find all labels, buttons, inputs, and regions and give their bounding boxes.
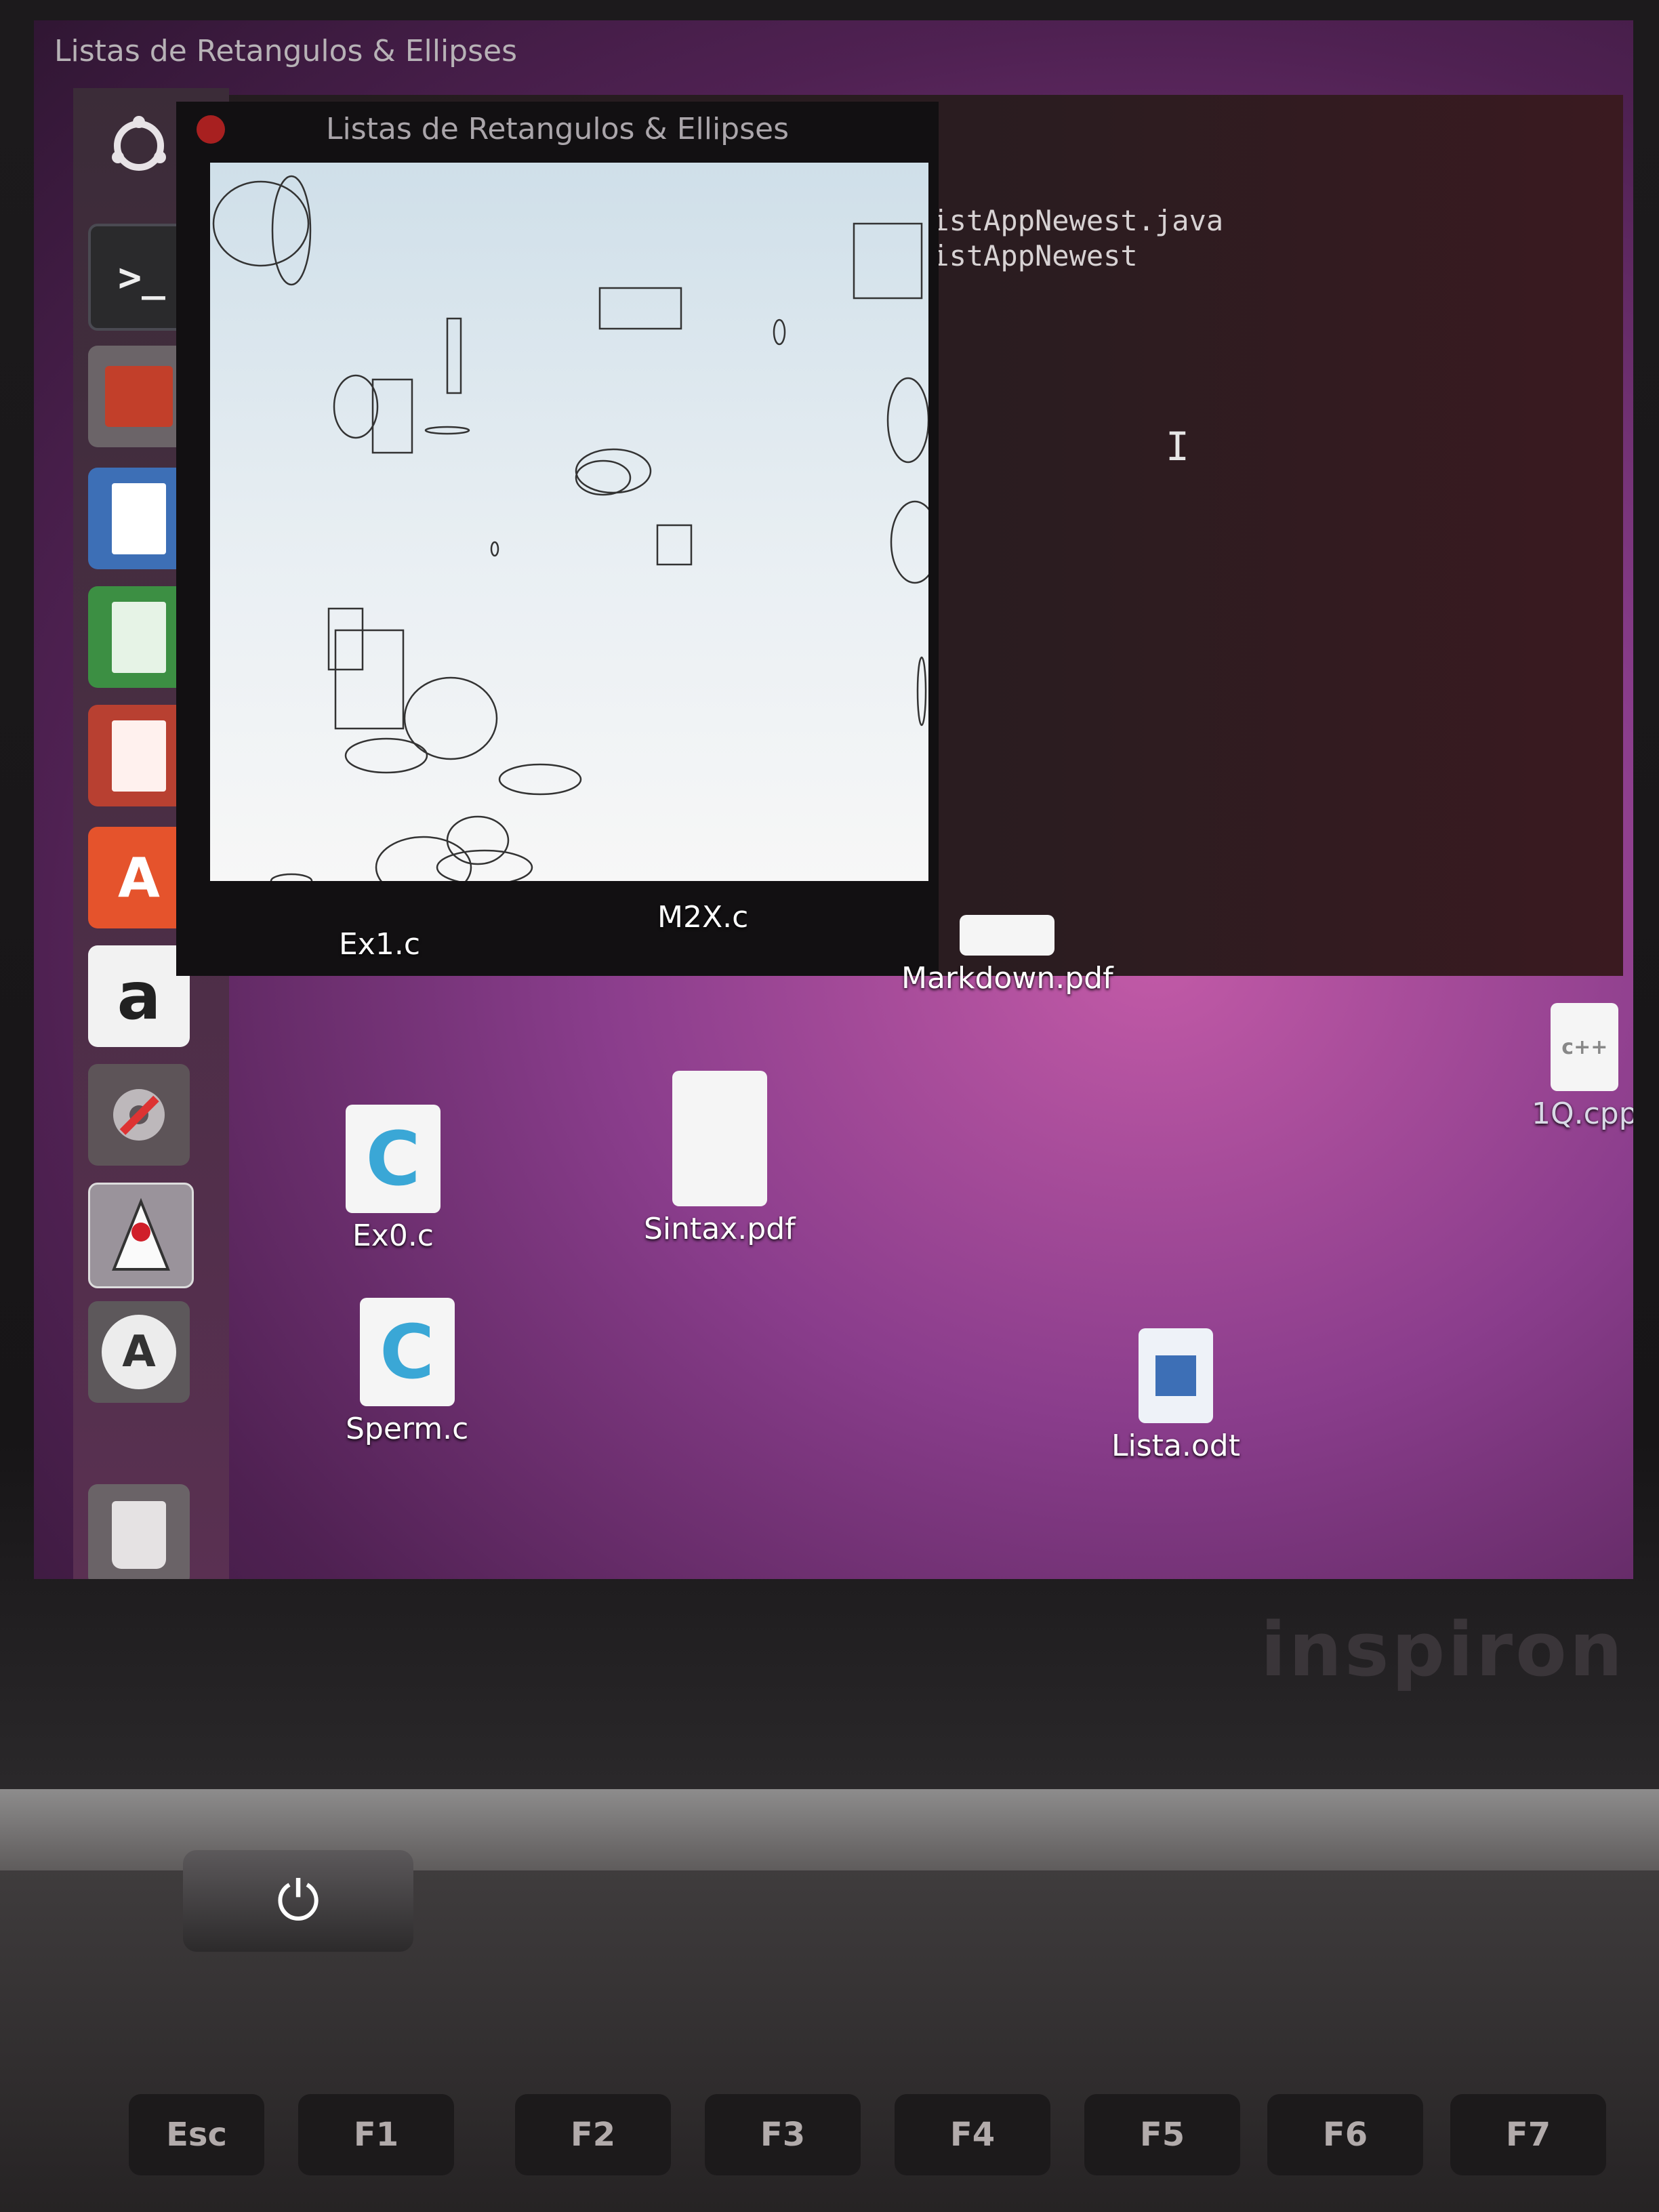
top-panel-title: Listas de Retangulos & Ellipses bbox=[54, 34, 518, 68]
c-file-icon: C bbox=[346, 1105, 441, 1213]
amazon-icon[interactable]: a bbox=[88, 945, 190, 1047]
terminal-line-1: ListAppNewest.java bbox=[915, 204, 1224, 237]
odt-file-icon bbox=[1138, 1328, 1213, 1423]
files-icon[interactable] bbox=[88, 346, 190, 447]
key-f6[interactable]: F6 bbox=[1267, 2094, 1423, 2175]
key-f3[interactable]: F3 bbox=[705, 2094, 861, 2175]
ellipse-shape bbox=[916, 656, 927, 726]
java-duke-icon[interactable] bbox=[88, 1183, 194, 1288]
rectangle-shape bbox=[327, 607, 364, 671]
window-title: Listas de Retangulos & Ellipses bbox=[325, 111, 790, 146]
key-f2[interactable]: F2 bbox=[515, 2094, 671, 2175]
writer-icon[interactable] bbox=[88, 468, 190, 569]
software-center-icon[interactable]: A bbox=[88, 827, 190, 928]
ellipse-shape bbox=[333, 374, 379, 439]
ellipse-shape bbox=[886, 377, 930, 464]
desktop-icon-markdown[interactable]: Markdown.pdf bbox=[901, 915, 1113, 996]
rectangle-shape bbox=[371, 378, 413, 454]
key-f5[interactable]: F5 bbox=[1084, 2094, 1240, 2175]
impress-icon[interactable] bbox=[88, 705, 190, 806]
terminal-line-2: ListAppNewest bbox=[915, 239, 1138, 272]
pdf-file-icon bbox=[960, 915, 1055, 956]
ellipse-shape bbox=[403, 676, 498, 760]
calc-icon[interactable] bbox=[88, 586, 190, 688]
desktop-icon-m2x[interactable]: M2X.c bbox=[657, 895, 748, 935]
ellipse-shape bbox=[270, 873, 313, 889]
screen: Listas de Retangulos & Ellipses ListAppN… bbox=[34, 20, 1633, 1579]
shapes-drawing bbox=[212, 175, 940, 899]
rectangle-shape bbox=[598, 287, 682, 330]
ellipse-shape bbox=[773, 319, 786, 346]
key-esc[interactable]: Esc bbox=[129, 2094, 264, 2175]
rectangle-shape bbox=[334, 629, 405, 730]
trash-icon[interactable] bbox=[88, 1484, 190, 1579]
desktop-icon-sintax[interactable]: Sintax.pdf bbox=[644, 1071, 796, 1246]
desktop-icon-sperm[interactable]: C Sperm.c bbox=[346, 1298, 468, 1446]
desktop-icon-lista[interactable]: Lista.odt bbox=[1111, 1328, 1240, 1463]
ellipse-shape bbox=[344, 737, 428, 774]
java-app-window[interactable]: Listas de Retangulos & Ellipses bbox=[176, 102, 940, 976]
ellipse-shape bbox=[890, 500, 940, 584]
key-f4[interactable]: F4 bbox=[895, 2094, 1050, 2175]
rectangle-shape bbox=[446, 317, 462, 394]
ellipse-shape bbox=[498, 763, 582, 796]
rectangle-shape bbox=[853, 222, 923, 300]
rectangle-shape bbox=[656, 524, 693, 566]
desktop-icon-1q[interactable]: c++ 1Q.cpp bbox=[1532, 1003, 1633, 1131]
cpp-file-icon: c++ bbox=[1551, 1003, 1619, 1091]
power-button-icon[interactable]: ⏻ bbox=[183, 1850, 413, 1952]
ellipse-shape bbox=[490, 541, 499, 557]
desktop-icon-ex0[interactable]: C Ex0.c bbox=[346, 1105, 441, 1253]
laptop-brand: inspiron bbox=[1261, 1606, 1626, 1693]
key-f1[interactable]: F1 bbox=[298, 2094, 454, 2175]
ellipse-shape bbox=[575, 459, 632, 496]
ellipse-shape bbox=[424, 426, 470, 435]
software-updater-icon[interactable]: A bbox=[88, 1301, 190, 1403]
ellipse-shape bbox=[575, 448, 652, 494]
ellipse-shape bbox=[375, 836, 472, 899]
drawing-canvas[interactable] bbox=[210, 163, 940, 899]
desktop-icon-ex1[interactable]: Ex1.c bbox=[339, 922, 420, 962]
system-settings-icon[interactable] bbox=[88, 1064, 190, 1166]
ellipse-shape bbox=[446, 815, 510, 865]
ellipse-shape bbox=[212, 180, 310, 267]
text-cursor-icon: I bbox=[1166, 424, 1189, 470]
terminal-output: ListAppNewest.java ListAppNewest bbox=[915, 203, 1223, 274]
ubuntu-logo-icon[interactable] bbox=[88, 95, 190, 197]
key-f7[interactable]: F7 bbox=[1450, 2094, 1606, 2175]
pdf-file-icon bbox=[672, 1071, 767, 1206]
ellipse-shape bbox=[436, 849, 533, 886]
c-file-icon: C bbox=[359, 1298, 455, 1406]
